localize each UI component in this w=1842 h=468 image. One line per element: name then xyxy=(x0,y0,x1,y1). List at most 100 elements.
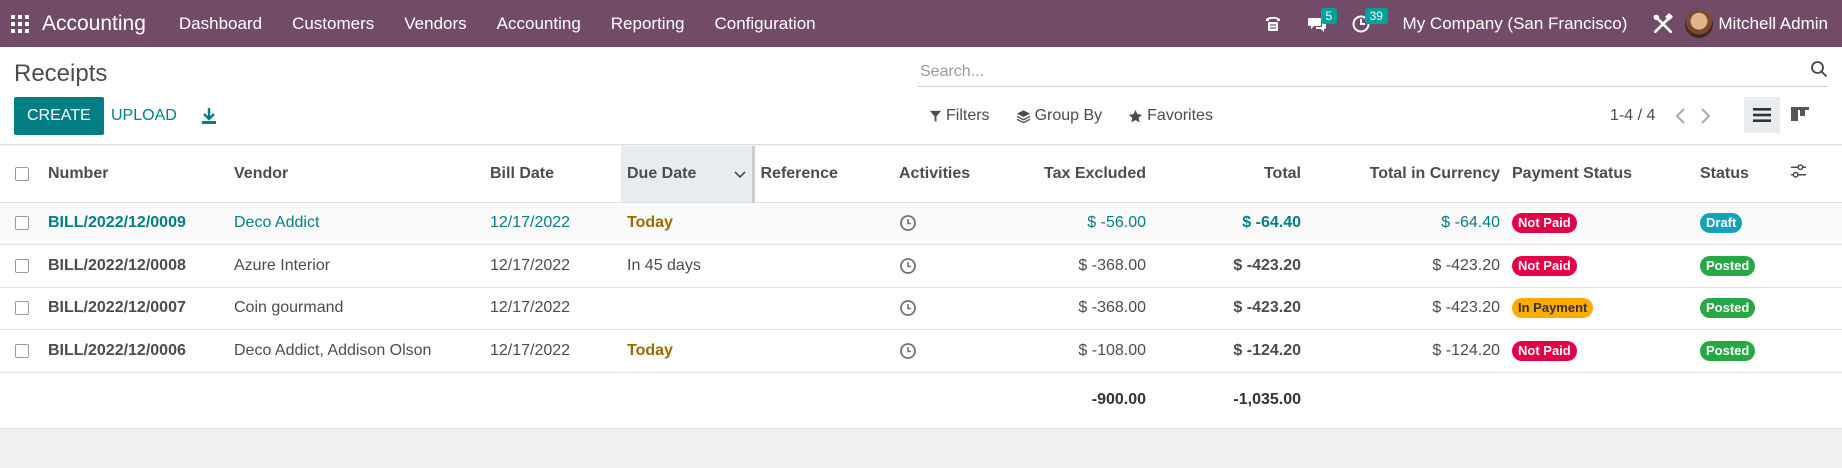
column-reference[interactable]: Reference xyxy=(753,146,893,203)
top-navbar: Accounting Dashboard Customers Vendors A… xyxy=(0,0,1842,47)
payment-status-cell: Not Paid xyxy=(1506,244,1694,288)
column-activities[interactable]: Activities xyxy=(893,146,995,203)
favorites-label: Favorites xyxy=(1147,107,1213,124)
search-bar xyxy=(918,57,1828,87)
payment-status-cell: Not Paid xyxy=(1506,329,1694,373)
status-cell: Posted xyxy=(1694,287,1784,330)
reference xyxy=(753,329,893,373)
chevron-down-icon xyxy=(733,171,746,178)
status-cell: Draft xyxy=(1694,202,1784,245)
row-spacer xyxy=(1784,244,1842,288)
bill-number: BILL/2022/12/0009 xyxy=(42,202,228,245)
column-total-in-currency[interactable]: Total in Currency xyxy=(1307,146,1506,203)
table-row[interactable]: BILL/2022/12/0009 Deco Addict 12/17/2022… xyxy=(0,202,1842,245)
row-checkbox[interactable] xyxy=(0,329,42,373)
row-spacer xyxy=(1784,329,1842,373)
optional-columns-icon[interactable] xyxy=(1784,146,1842,203)
menu-configuration[interactable]: Configuration xyxy=(700,0,831,47)
activity-clock-icon[interactable] xyxy=(893,287,995,330)
row-checkbox[interactable] xyxy=(0,287,42,330)
pager-next-icon[interactable] xyxy=(1694,105,1716,127)
column-tax-excluded[interactable]: Tax Excluded xyxy=(995,146,1152,203)
table-header-row: Number Vendor Bill Date Due Date Referen… xyxy=(0,146,1842,203)
reference xyxy=(753,287,893,330)
kanban-view-icon[interactable] xyxy=(1782,97,1818,133)
payment-status-badge: Not Paid xyxy=(1512,255,1577,276)
activity-clock-icon[interactable] xyxy=(893,202,995,245)
tax-excluded: $ -368.00 xyxy=(995,287,1152,330)
tax-excluded: $ -108.00 xyxy=(995,329,1152,373)
activities-badge: 39 xyxy=(1364,8,1388,24)
list-view-icon[interactable] xyxy=(1744,97,1780,133)
totals-row: -900.00 -1,035.00 xyxy=(0,372,1842,429)
payment-status-cell: Not Paid xyxy=(1506,202,1694,245)
total-in-currency: $ -64.40 xyxy=(1307,202,1506,245)
total-in-currency: $ -423.20 xyxy=(1307,287,1506,330)
app-brand[interactable]: Accounting xyxy=(42,12,146,36)
vendor-name: Deco Addict xyxy=(228,202,484,245)
company-switcher[interactable]: My Company (San Francisco) xyxy=(1383,14,1642,34)
row-checkbox[interactable] xyxy=(0,244,42,288)
totals-spacer xyxy=(0,372,995,429)
user-menu[interactable]: Mitchell Admin xyxy=(1685,9,1842,38)
table-row[interactable]: BILL/2022/12/0007 Coin gourmand 12/17/20… xyxy=(0,287,1842,330)
search-input[interactable] xyxy=(918,62,1810,81)
payment-status-badge: Not Paid xyxy=(1512,213,1577,234)
create-button[interactable]: CREATE xyxy=(14,97,104,135)
chat-icon[interactable]: 5 xyxy=(1295,0,1339,47)
activity-clock-icon[interactable] xyxy=(893,329,995,373)
pager-previous-icon[interactable] xyxy=(1670,105,1692,127)
activity-clock-icon[interactable]: 39 xyxy=(1339,0,1388,47)
status-badge: Posted xyxy=(1700,255,1756,276)
download-icon[interactable] xyxy=(198,105,220,127)
column-payment-status[interactable]: Payment Status xyxy=(1506,146,1694,203)
menu-accounting[interactable]: Accounting xyxy=(482,0,596,47)
phone-icon[interactable] xyxy=(1251,0,1295,47)
table-row[interactable]: BILL/2022/12/0008 Azure Interior 12/17/2… xyxy=(0,244,1842,288)
column-bill-date[interactable]: Bill Date xyxy=(484,146,621,203)
menu-customers[interactable]: Customers xyxy=(277,0,389,47)
column-total[interactable]: Total xyxy=(1152,146,1307,203)
bill-date: 12/17/2022 xyxy=(484,202,621,245)
menu-reporting[interactable]: Reporting xyxy=(596,0,700,47)
apps-grid-icon[interactable] xyxy=(2,0,38,47)
upload-button[interactable]: UPLOAD xyxy=(111,97,177,135)
activity-clock-icon[interactable] xyxy=(893,244,995,288)
column-vendor[interactable]: Vendor xyxy=(228,146,484,203)
bills-table: Number Vendor Bill Date Due Date Referen… xyxy=(0,146,1842,429)
row-spacer xyxy=(1784,202,1842,245)
payment-status-badge: Not Paid xyxy=(1512,340,1577,361)
avatar xyxy=(1685,9,1714,38)
menu-dashboard[interactable]: Dashboard xyxy=(164,0,277,47)
menu-vendors[interactable]: Vendors xyxy=(389,0,481,47)
favorites-toggle[interactable]: Favorites xyxy=(1128,107,1213,125)
status-cell: Posted xyxy=(1694,244,1784,288)
vendor-name: Coin gourmand xyxy=(228,287,484,330)
column-number[interactable]: Number xyxy=(42,146,228,203)
bill-number: BILL/2022/12/0006 xyxy=(42,329,228,373)
total-in-currency: $ -124.20 xyxy=(1307,329,1506,373)
pager-value[interactable]: 1-4 / 4 xyxy=(1610,107,1655,125)
star-icon xyxy=(1129,109,1143,122)
table-row[interactable]: BILL/2022/12/0006 Deco Addict, Addison O… xyxy=(0,329,1842,373)
page-title: Receipts xyxy=(14,60,108,87)
column-due-date[interactable]: Due Date xyxy=(621,146,755,203)
groupby-toggle[interactable]: Group By xyxy=(1016,107,1102,125)
reference xyxy=(753,202,893,245)
bill-number: BILL/2022/12/0007 xyxy=(42,287,228,330)
debug-tools-icon[interactable] xyxy=(1641,12,1685,35)
user-name: Mitchell Admin xyxy=(1718,13,1828,33)
control-panel: Receipts CREATE UPLOAD Filters Group By … xyxy=(0,47,1842,145)
due-date xyxy=(621,287,753,330)
row-checkbox[interactable] xyxy=(0,202,42,245)
filters-toggle[interactable]: Filters xyxy=(929,107,990,125)
search-icon[interactable] xyxy=(1810,60,1828,83)
column-status[interactable]: Status xyxy=(1694,146,1784,203)
bill-date: 12/17/2022 xyxy=(484,244,621,288)
total: $ -124.20 xyxy=(1152,329,1307,373)
filters-label: Filters xyxy=(946,107,990,124)
total-tax-excluded: -900.00 xyxy=(995,372,1152,429)
select-all-checkbox[interactable] xyxy=(0,146,42,203)
payment-status-badge: In Payment xyxy=(1512,298,1594,319)
payment-status-cell: In Payment xyxy=(1506,287,1694,330)
